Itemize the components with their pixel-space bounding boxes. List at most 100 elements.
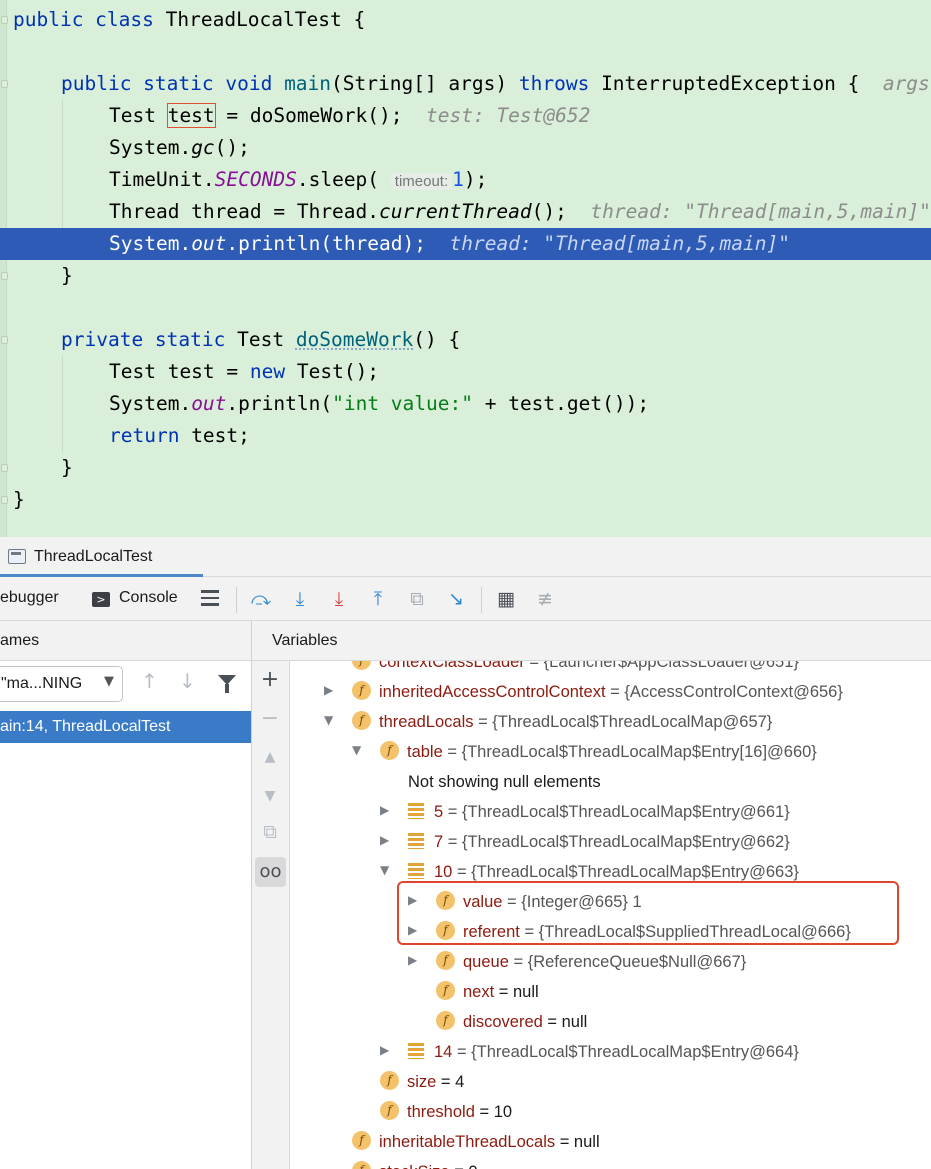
code-text: ); [463,168,488,191]
array-element-icon [408,862,424,879]
arrow-up-icon[interactable]: ↑ [141,669,158,693]
code-text: (); [214,136,250,159]
collapse-icon[interactable]: ▼ [352,735,361,765]
code-line[interactable]: private static Test doSomeWork() { [0,324,931,356]
filter-icon[interactable] [218,675,236,693]
code-text: .println(thread); [226,232,427,255]
code-line[interactable]: Test test = doSomeWork(); test: Test@652 [0,100,931,132]
code-line[interactable]: System.gc(); [0,132,931,164]
code-line[interactable]: return test; [0,420,931,452]
tree-node[interactable]: f inheritedAccessControlContext = {Access… [352,677,843,707]
remove-watch-icon[interactable]: − [252,706,288,731]
var-value: = {ThreadLocal$ThreadLocalMap$Entry[16]@… [442,743,817,761]
tab-console[interactable]: Console [119,589,178,607]
code-line[interactable]: } [0,484,931,516]
tree-node[interactable]: 5 = {ThreadLocal$ThreadLocalMap$Entry@66… [408,797,790,827]
tree-node[interactable]: f next = null [436,977,539,1007]
expand-icon[interactable]: ▶ [408,945,417,975]
move-up-icon[interactable]: ▲ [252,749,288,765]
code-text: } [13,488,25,511]
debug-tool-window: ThreadLocalTest ebugger > Console ⤼ ⤓ ⤓ … [0,537,931,1169]
code-line[interactable]: System.out.println("int value:" + test.g… [0,388,931,420]
collapse-icon[interactable]: ▼ [324,705,333,735]
var-value: = null [542,1013,588,1031]
var-name: contextClassLoader [379,661,525,671]
expand-icon[interactable]: ▶ [380,1035,389,1065]
parameter-hint: timeout: [390,173,453,190]
var-name: inheritedAccessControlContext [379,683,606,701]
frame-row-selected[interactable]: ain:14, ThreadLocalTest [0,711,251,743]
run-to-cursor-icon[interactable]: ↘ [444,587,468,611]
var-name: 7 [434,833,444,851]
method-call: gc [191,136,215,159]
var-value: = null [494,983,539,1001]
tree-node[interactable]: f threshold = 10 [380,1097,512,1127]
code-text: TimeUnit. [109,168,215,191]
field-icon: f [352,1161,371,1169]
highlighted-variable[interactable]: test [166,103,216,128]
annotation-highlight-box [397,881,899,945]
step-out-icon[interactable]: ⤒ [366,587,390,611]
collapse-icon[interactable]: ▼ [380,855,389,885]
code-line[interactable]: public static void main(String[] args) t… [0,68,931,100]
class-name: ThreadLocalTest { [165,8,366,31]
var-value: = 10 [474,1103,513,1121]
toolbar-separator [481,587,482,613]
tree-node[interactable]: f threadLocals = {ThreadLocal$ThreadLocal… [352,707,772,737]
var-name: inheritableThreadLocals [379,1133,556,1151]
tree-node[interactable]: f inheritableThreadLocals = null [352,1127,600,1157]
debug-session-icon [8,549,26,564]
thread-selector[interactable]: "ma...NING ▼ [0,666,123,702]
field-icon: f [436,1011,455,1031]
field-icon: f [352,1131,371,1151]
tree-node[interactable]: 14 = {ThreadLocal$ThreadLocalMap$Entry@6… [408,1037,799,1067]
tree-node[interactable]: f contextClassLoader = {Launcher$AppClass… [352,661,799,677]
show-execution-point-icon[interactable]: ⤼ [249,587,273,611]
copy-icon[interactable]: ⧉ [252,821,288,843]
expand-icon[interactable]: ▶ [380,825,389,855]
tree-node[interactable]: 7 = {ThreadLocal$ThreadLocalMap$Entry@66… [408,827,790,857]
code-line[interactable]: Test test = new Test(); [0,356,931,388]
variables-tree[interactable]: f contextClassLoader = {Launcher$AppClass… [290,661,931,1169]
step-over-icon[interactable]: ⤓ [288,587,312,611]
var-value: = 4 [436,1073,465,1091]
force-step-into-icon[interactable]: ⤓ [327,587,351,611]
layout-menu-icon[interactable] [201,590,219,606]
code-text: .println( [226,392,333,415]
expand-icon[interactable]: ▶ [324,675,333,705]
code-line[interactable]: TimeUnit.SECONDS.sleep( timeout: 1); [0,164,931,196]
code-editor[interactable]: public class ThreadLocalTest { public st… [0,0,931,537]
code-line[interactable]: Thread thread = Thread.currentThread(); … [0,196,931,228]
toolbar-separator [236,587,237,613]
code-text: InterruptedException { [589,72,883,95]
tree-node[interactable]: f size = 4 [380,1067,464,1097]
session-tab-label: ThreadLocalTest [34,548,153,565]
debug-session-tab[interactable]: ThreadLocalTest [0,537,203,577]
field-icon: f [436,981,455,1001]
tree-node[interactable]: f table = {ThreadLocal$ThreadLocalMap$Ent… [380,737,817,767]
tab-debugger[interactable]: ebugger [0,589,59,607]
var-name: 10 [434,863,453,881]
inline-value-hint: thread: "Thread[main,5,main]" [449,232,790,255]
array-element-icon [408,832,424,849]
arrow-down-icon[interactable]: ↓ [179,669,196,693]
tree-node[interactable]: f stackSize = 0 [352,1157,478,1169]
watches-glasses-icon[interactable]: oo [255,857,286,887]
debugger-toolbar: ebugger > Console ⤼ ⤓ ⤓ ⤒ ⧉ ↘ ▦ ≢ [0,577,931,621]
tree-node[interactable]: f queue = {ReferenceQueue$Null@667} [436,947,746,977]
trace-stream-icon[interactable]: ≢ [533,587,557,611]
move-down-icon[interactable]: ▼ [252,788,288,804]
var-name: next [463,983,495,1001]
evaluate-expression-icon[interactable]: ▦ [494,587,518,611]
tree-node[interactable]: f discovered = null [436,1007,587,1037]
var-name: 5 [434,803,444,821]
expand-icon[interactable]: ▶ [380,795,389,825]
execution-line[interactable]: System.out.println(thread); thread: "Thr… [0,228,931,260]
var-value: = {ThreadLocal$ThreadLocalMap$Entry@664} [452,1043,799,1061]
add-watch-icon[interactable]: + [252,667,288,692]
code-line[interactable]: public class ThreadLocalTest { [0,4,931,36]
drop-frame-icon[interactable]: ⧉ [405,587,429,611]
code-line[interactable]: } [0,452,931,484]
field-icon: f [380,741,399,761]
code-line[interactable]: } [0,260,931,292]
